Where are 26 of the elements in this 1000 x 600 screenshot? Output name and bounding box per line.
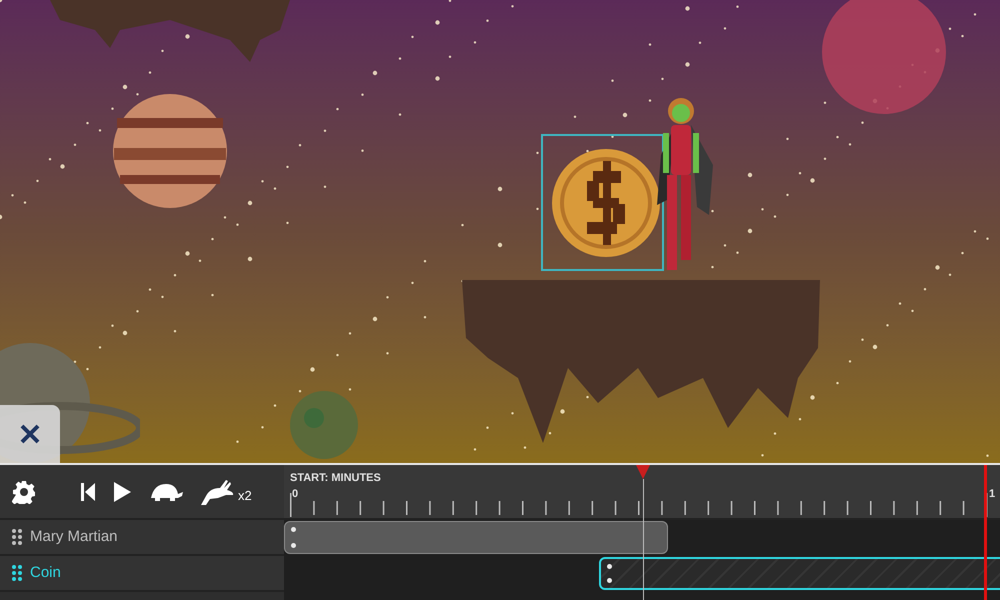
- track-row[interactable]: Mary Martian: [0, 520, 284, 556]
- playhead[interactable]: [636, 465, 650, 600]
- striped-planet-icon: [112, 93, 228, 209]
- settings-button[interactable]: [12, 480, 36, 504]
- slow-speed-button[interactable]: [148, 482, 184, 502]
- turtle-icon: [148, 482, 184, 502]
- track-row[interactable]: Coin: [0, 556, 284, 592]
- settings-icon: [12, 480, 36, 504]
- timeline-clip[interactable]: [599, 557, 1000, 590]
- skip-back-button[interactable]: [80, 482, 96, 502]
- track-name: Coin: [30, 562, 61, 583]
- fast-speed-button[interactable]: x2: [200, 478, 252, 506]
- ruler-title: START: MINUTES: [290, 471, 381, 486]
- skip-back-icon: [80, 482, 96, 502]
- time-ruler[interactable]: START: MINUTES 0 1: [284, 465, 1000, 520]
- play-icon: [112, 480, 132, 502]
- ruler-end-label: 1: [989, 487, 996, 502]
- track-name: Mary Martian: [30, 526, 118, 547]
- drag-handle-icon[interactable]: [12, 565, 22, 581]
- drag-handle-icon[interactable]: [12, 529, 22, 545]
- ruler-start-label: 0: [292, 487, 298, 502]
- play-button[interactable]: [112, 480, 132, 502]
- timeline-clip[interactable]: [284, 521, 668, 554]
- close-icon: [19, 423, 41, 445]
- planet-icon: [289, 390, 359, 460]
- close-button[interactable]: [0, 405, 60, 463]
